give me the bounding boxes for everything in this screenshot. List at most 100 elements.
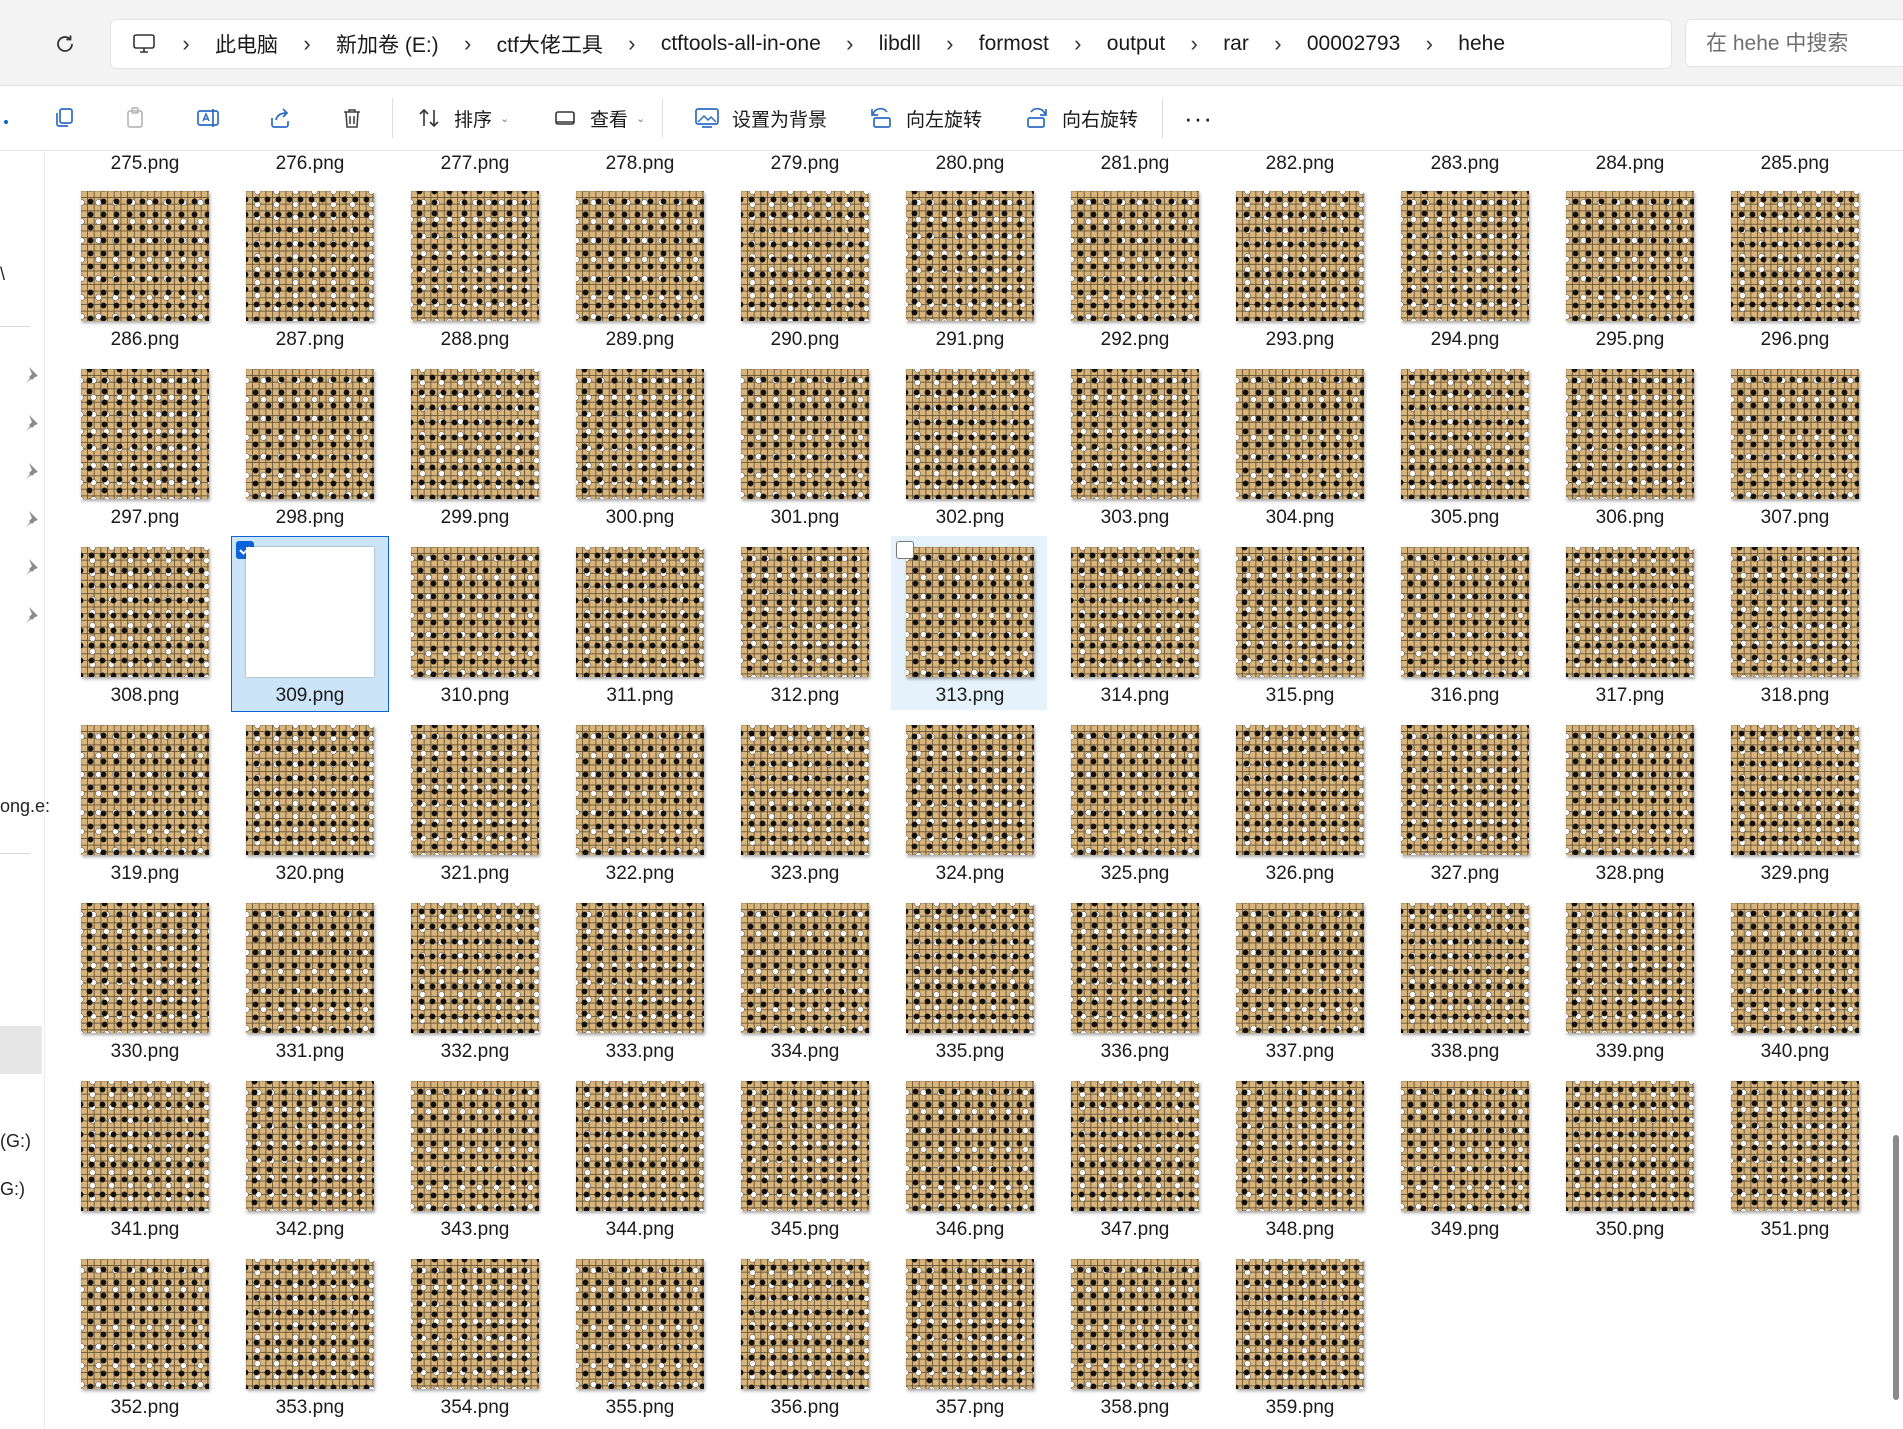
- image-thumbnail[interactable]: [906, 725, 1034, 855]
- rotate-right-button[interactable]: 向右旋转: [1022, 96, 1138, 140]
- breadcrumb-output[interactable]: output: [1095, 32, 1177, 56]
- nav-item-fragment[interactable]: \: [0, 264, 5, 285]
- image-thumbnail[interactable]: [411, 369, 539, 499]
- chevron-right-icon[interactable]: ›: [1061, 31, 1095, 57]
- chevron-right-icon[interactable]: ›: [290, 31, 324, 57]
- image-thumbnail[interactable]: [1071, 903, 1199, 1033]
- checkbox-icon[interactable]: [896, 541, 914, 559]
- chevron-right-icon[interactable]: ›: [1177, 31, 1211, 57]
- image-thumbnail[interactable]: [1071, 369, 1199, 499]
- breadcrumb-00002793[interactable]: 00002793: [1295, 32, 1412, 56]
- image-thumbnail[interactable]: [81, 903, 209, 1033]
- image-thumbnail[interactable]: [576, 547, 704, 677]
- more-options-button[interactable]: ···: [1184, 96, 1213, 140]
- chevron-right-icon[interactable]: ›: [1412, 31, 1446, 57]
- breadcrumb-this-pc[interactable]: 此电脑: [203, 29, 290, 59]
- image-thumbnail[interactable]: [576, 903, 704, 1033]
- image-thumbnail[interactable]: [1731, 1081, 1859, 1211]
- image-thumbnail[interactable]: [81, 547, 209, 677]
- image-thumbnail[interactable]: [1236, 1081, 1364, 1211]
- image-thumbnail[interactable]: [1566, 191, 1694, 321]
- breadcrumb-formost[interactable]: formost: [967, 32, 1061, 56]
- image-thumbnail[interactable]: [1401, 547, 1529, 677]
- image-thumbnail[interactable]: [1566, 369, 1694, 499]
- sort-button[interactable]: 排序 ⌄: [414, 96, 509, 140]
- image-thumbnail[interactable]: [246, 191, 374, 321]
- chevron-right-icon[interactable]: ›: [451, 31, 485, 57]
- breadcrumb-rar[interactable]: rar: [1211, 32, 1261, 56]
- image-thumbnail[interactable]: [246, 725, 374, 855]
- image-thumbnail[interactable]: [906, 547, 1034, 677]
- nav-item-fragment[interactable]: ong.e:: [0, 796, 50, 817]
- image-thumbnail[interactable]: [246, 1081, 374, 1211]
- image-thumbnail[interactable]: [1401, 903, 1529, 1033]
- image-thumbnail[interactable]: [1236, 903, 1364, 1033]
- breadcrumb[interactable]: › 此电脑 › 新加卷 (E:) › ctf大佬工具 › ctftools-al…: [110, 19, 1672, 69]
- image-thumbnail[interactable]: [1566, 1081, 1694, 1211]
- image-thumbnail[interactable]: [741, 547, 869, 677]
- image-thumbnail[interactable]: [576, 725, 704, 855]
- new-item-icon[interactable]: [0, 102, 22, 134]
- image-thumbnail[interactable]: [906, 369, 1034, 499]
- delete-icon[interactable]: [336, 102, 368, 134]
- scrollbar[interactable]: [1893, 1135, 1899, 1400]
- image-thumbnail[interactable]: [81, 725, 209, 855]
- image-thumbnail[interactable]: [1566, 547, 1694, 677]
- image-thumbnail[interactable]: [411, 1081, 539, 1211]
- image-thumbnail[interactable]: [1236, 547, 1364, 677]
- chevron-right-icon[interactable]: ›: [169, 31, 203, 57]
- image-thumbnail[interactable]: [906, 1259, 1034, 1389]
- image-thumbnail[interactable]: [1731, 547, 1859, 677]
- chevron-right-icon[interactable]: ›: [1261, 31, 1295, 57]
- pin-icon[interactable]: [22, 605, 42, 625]
- pin-icon[interactable]: [22, 413, 42, 433]
- nav-item-selected[interactable]: [0, 1026, 42, 1074]
- image-thumbnail[interactable]: [1236, 369, 1364, 499]
- image-thumbnail[interactable]: [246, 547, 374, 677]
- image-thumbnail[interactable]: [411, 903, 539, 1033]
- set-as-background-button[interactable]: 设置为背景: [692, 96, 827, 140]
- pin-icon[interactable]: [22, 365, 42, 385]
- image-thumbnail[interactable]: [1071, 1259, 1199, 1389]
- image-thumbnail[interactable]: [246, 903, 374, 1033]
- copy-icon[interactable]: [48, 102, 80, 134]
- breadcrumb-ctftools-all-in-one[interactable]: ctftools-all-in-one: [649, 32, 833, 56]
- image-thumbnail[interactable]: [1236, 1259, 1364, 1389]
- refresh-icon[interactable]: [48, 27, 82, 61]
- chevron-right-icon[interactable]: ›: [933, 31, 967, 57]
- image-thumbnail[interactable]: [576, 369, 704, 499]
- image-thumbnail[interactable]: [1071, 1081, 1199, 1211]
- chevron-right-icon[interactable]: ›: [615, 31, 649, 57]
- breadcrumb-hehe[interactable]: hehe: [1446, 32, 1517, 56]
- image-thumbnail[interactable]: [906, 903, 1034, 1033]
- image-thumbnail[interactable]: [1071, 547, 1199, 677]
- image-thumbnail[interactable]: [411, 725, 539, 855]
- image-thumbnail[interactable]: [741, 1259, 869, 1389]
- pin-icon[interactable]: [22, 461, 42, 481]
- image-thumbnail[interactable]: [411, 191, 539, 321]
- computer-icon[interactable]: [129, 29, 159, 59]
- image-thumbnail[interactable]: [1566, 725, 1694, 855]
- image-thumbnail[interactable]: [906, 191, 1034, 321]
- image-thumbnail[interactable]: [1731, 369, 1859, 499]
- pin-icon[interactable]: [22, 557, 42, 577]
- nav-item-drive-g[interactable]: (G:): [0, 1131, 31, 1152]
- image-thumbnail[interactable]: [576, 1259, 704, 1389]
- image-thumbnail[interactable]: [741, 1081, 869, 1211]
- image-thumbnail[interactable]: [1731, 903, 1859, 1033]
- image-thumbnail[interactable]: [246, 369, 374, 499]
- breadcrumb-ctf-tools[interactable]: ctf大佬工具: [485, 29, 615, 59]
- image-thumbnail[interactable]: [576, 191, 704, 321]
- image-thumbnail[interactable]: [411, 1259, 539, 1389]
- image-thumbnail[interactable]: [741, 191, 869, 321]
- image-thumbnail[interactable]: [411, 547, 539, 677]
- image-thumbnail[interactable]: [741, 903, 869, 1033]
- search-input[interactable]: 在 hehe 中搜索: [1685, 19, 1903, 67]
- image-thumbnail[interactable]: [1071, 191, 1199, 321]
- view-button[interactable]: 查看 ⌄: [550, 96, 645, 140]
- image-thumbnail[interactable]: [81, 191, 209, 321]
- image-thumbnail[interactable]: [81, 1081, 209, 1211]
- nav-item-drive-g[interactable]: G:): [0, 1179, 25, 1200]
- image-thumbnail[interactable]: [81, 1259, 209, 1389]
- breadcrumb-libdll[interactable]: libdll: [867, 32, 933, 56]
